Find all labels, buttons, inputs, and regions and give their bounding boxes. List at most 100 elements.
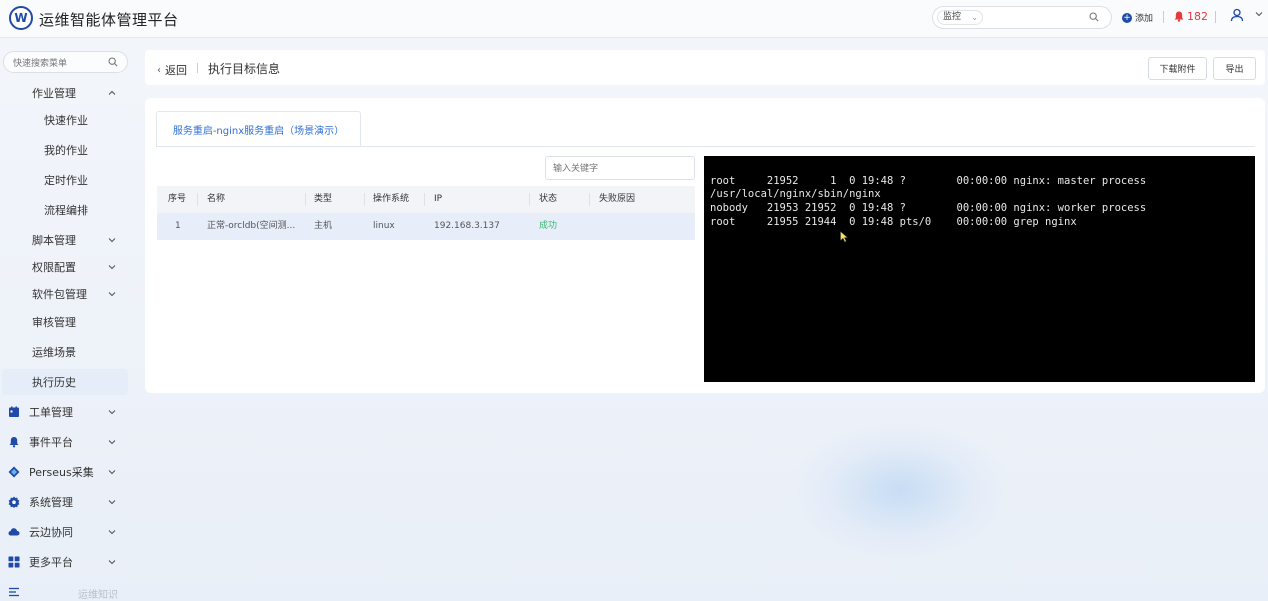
background-glow (790, 420, 1010, 560)
app-header: W 运维智能体管理平台 监控 ⌄ + 添加 182 (0, 0, 1268, 38)
terminal-line: nobody 21953 21952 0 19:48 ? 00:00:00 ng… (710, 202, 1147, 214)
mouse-cursor-icon (840, 231, 848, 243)
column-header: IP (434, 194, 443, 204)
table-cell: 主机 (314, 221, 333, 231)
terminal-output: root 21952 1 0 19:48 ? 00:00:00 nginx: m… (704, 156, 1255, 382)
search-icon[interactable] (108, 57, 118, 67)
chevron-down-icon (108, 265, 116, 270)
column-divider (529, 193, 530, 206)
sidebar-item-label: 系统管理 (29, 496, 73, 509)
column-header: 类型 (314, 194, 333, 204)
sidebar: 作业管理 快速作业 我的作业 定时作业 流程编排 脚本管理 权限配置 软件包管理… (0, 38, 138, 601)
search-category-value: 监控 (943, 12, 962, 22)
sidebar-item-label: 脚本管理 (32, 234, 76, 247)
sidebar-item-label: 云边协同 (29, 526, 73, 539)
sidebar-item-scheduled-jobs[interactable]: 定时作业 (2, 167, 128, 193)
bell-icon (9, 437, 19, 448)
sidebar-item-quick-job[interactable]: 快速作业 (2, 107, 128, 133)
user-icon[interactable] (1230, 8, 1244, 22)
column-header: 操作系统 (373, 194, 410, 204)
sidebar-item-label: 定时作业 (44, 174, 88, 187)
search-icon[interactable] (1089, 12, 1099, 22)
sidebar-item-execution-history[interactable]: 执行历史 (2, 369, 128, 395)
sidebar-item-label: 快速作业 (44, 114, 88, 127)
terminal-line: /usr/local/nginx/sbin/nginx (710, 188, 881, 200)
back-button[interactable]: ‹ 返回 (157, 62, 187, 78)
terminal-line: root 21955 21944 0 19:48 pts/0 00:00:00 … (710, 216, 1077, 228)
main-panel: 服务重启-nginx服务重启（场景演示） 序号 名称 类型 操作系统 IP 状态… (145, 98, 1265, 393)
page-title: 执行目标信息 (208, 62, 281, 76)
sidebar-footer: 运维知识 (8, 586, 128, 601)
column-header: 状态 (539, 194, 558, 204)
column-header: 序号 (168, 194, 187, 204)
cloud-icon (8, 528, 20, 536)
global-search-input[interactable] (989, 10, 1084, 25)
chevron-down-icon (108, 560, 116, 565)
sidebar-item-label: 事件平台 (29, 436, 73, 449)
back-label: 返回 (165, 64, 187, 77)
sidebar-item-packages[interactable]: 软件包管理 (2, 281, 128, 307)
menu-search (3, 51, 128, 73)
chevron-down-icon (108, 292, 116, 297)
sidebar-item-job-management[interactable]: 作业管理 (2, 80, 128, 106)
menu-collapse-icon[interactable] (8, 586, 20, 598)
chevron-down-icon (108, 500, 116, 505)
table-cell: linux (373, 221, 395, 231)
chevron-down-icon (108, 440, 116, 445)
tab-divider (156, 146, 1255, 147)
sidebar-item-workflow[interactable]: 流程编排 (2, 197, 128, 223)
sidebar-item-tickets[interactable]: 工单管理 (2, 399, 128, 425)
sidebar-item-label: 流程编排 (44, 204, 88, 217)
sidebar-item-audit[interactable]: 审核管理 (2, 309, 128, 335)
sidebar-item-label: 更多平台 (29, 556, 73, 569)
keyword-search-input[interactable] (545, 156, 695, 180)
download-attachment-button[interactable]: 下载附件 (1148, 57, 1207, 80)
column-divider (424, 193, 425, 206)
gear-icon (8, 496, 20, 508)
column-header: 名称 (207, 194, 226, 204)
sidebar-item-cloud-edge[interactable]: 云边协同 (2, 519, 128, 545)
sidebar-item-label: 审核管理 (32, 316, 76, 329)
tab-scenario[interactable]: 服务重启-nginx服务重启（场景演示） (156, 111, 361, 147)
sidebar-item-events[interactable]: 事件平台 (2, 429, 128, 455)
global-search: 监控 ⌄ (932, 6, 1112, 29)
export-button[interactable]: 导出 (1213, 57, 1256, 80)
search-category-select[interactable]: 监控 ⌄ (937, 10, 983, 25)
breadcrumb-divider (197, 63, 198, 73)
sidebar-item-more-platforms[interactable]: 更多平台 (2, 549, 128, 575)
table-row[interactable]: 1 正常-orcldb(空间测... 主机 linux 192.168.3.13… (157, 213, 695, 240)
header-divider (1215, 11, 1216, 23)
column-divider (589, 193, 590, 206)
sidebar-item-permissions[interactable]: 权限配置 (2, 254, 128, 280)
chevron-down-icon (108, 530, 116, 535)
header-divider (1163, 11, 1164, 23)
sidebar-item-label: 运维场景 (32, 346, 76, 359)
sidebar-item-label: Perseus采集 (29, 466, 94, 479)
sidebar-item-label: 执行历史 (32, 376, 76, 389)
column-divider (364, 193, 365, 206)
table-cell: 1 (175, 221, 181, 231)
chevron-down-icon (108, 238, 116, 243)
sidebar-item-scripts[interactable]: 脚本管理 (2, 227, 128, 253)
sidebar-item-my-jobs[interactable]: 我的作业 (2, 137, 128, 163)
add-label: 添加 (1135, 14, 1154, 24)
menu-search-input[interactable] (13, 56, 103, 69)
sidebar-item-scenarios[interactable]: 运维场景 (2, 339, 128, 365)
chevron-down-icon: ⌄ (971, 13, 978, 22)
sidebar-item-label: 工单管理 (29, 406, 73, 419)
table-header: 序号 名称 类型 操作系统 IP 状态 失败原因 (157, 186, 695, 213)
chevron-down-icon[interactable] (1255, 10, 1263, 18)
column-header: 失败原因 (599, 194, 636, 204)
app-title: 运维智能体管理平台 (39, 11, 179, 29)
table-cell: 192.168.3.137 (434, 221, 500, 231)
sidebar-footer-text[interactable]: 运维知识 (78, 586, 118, 601)
sidebar-item-label: 权限配置 (32, 261, 76, 274)
app-logo: W (9, 6, 33, 30)
notification-button[interactable]: 182 (1174, 10, 1208, 23)
sidebar-item-system[interactable]: 系统管理 (2, 489, 128, 515)
table-cell: 正常-orcldb(空间测... (207, 221, 296, 231)
sidebar-item-perseus[interactable]: Perseus采集 (2, 459, 128, 485)
add-button[interactable]: + 添加 (1122, 11, 1153, 24)
column-divider (197, 193, 198, 206)
breadcrumb-bar: ‹ 返回 执行目标信息 下载附件 导出 (145, 50, 1265, 85)
